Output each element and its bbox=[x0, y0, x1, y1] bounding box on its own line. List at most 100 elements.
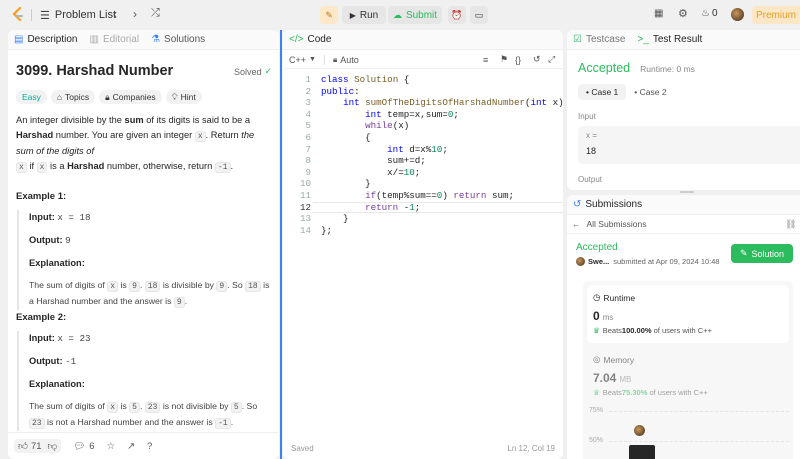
solution-button-label: Solution bbox=[751, 248, 785, 259]
note-icon[interactable]: ▭ bbox=[470, 6, 488, 24]
line-number: 1 bbox=[305, 74, 311, 85]
problem-list-button[interactable]: ☰ Problem List bbox=[40, 8, 116, 22]
next-problem-icon[interactable]: › bbox=[133, 7, 137, 21]
output-value: -1 bbox=[65, 356, 77, 367]
all-submissions-label: All Submissions bbox=[586, 219, 647, 229]
shuffle-icon[interactable]: ⤮ bbox=[151, 7, 160, 20]
y-tick-50: 50% bbox=[589, 437, 604, 444]
link-icon[interactable]: ⛓ bbox=[785, 219, 796, 230]
example-explanation-label: Explanation: bbox=[29, 377, 271, 391]
edit-icon: ✎ bbox=[739, 248, 748, 258]
explanation-text: . So bbox=[227, 280, 246, 290]
problem-title: 3099. Harshad Number bbox=[16, 63, 174, 79]
settings-icon[interactable]: ⚙ bbox=[678, 7, 688, 20]
output-label: Output bbox=[578, 175, 603, 184]
format-icon[interactable]: ≡ bbox=[483, 55, 488, 65]
line-number: 11 bbox=[299, 189, 311, 201]
avatar[interactable] bbox=[731, 8, 744, 21]
auto-toggle[interactable]: 🔒︎ Auto bbox=[333, 55, 359, 65]
clock-icon: ◷ bbox=[593, 292, 601, 302]
layout-icon[interactable]: ▦ bbox=[654, 8, 663, 19]
tab-solutions[interactable]: ⚗ Solutions bbox=[151, 34, 205, 45]
companies-button[interactable]: 🔒︎ Companies bbox=[99, 90, 162, 104]
line-number: 14 bbox=[299, 224, 311, 236]
runtime-value-row: 0 ms bbox=[593, 309, 613, 323]
input-variable: x = bbox=[586, 131, 597, 140]
like-button[interactable]: 👍︎ 71 👎︎ bbox=[14, 439, 62, 453]
debug-icon[interactable]: ✎ bbox=[320, 6, 338, 24]
submission-divider bbox=[567, 233, 800, 234]
tab-code[interactable]: </> Code bbox=[289, 34, 331, 45]
reset-icon[interactable]: ↺ bbox=[533, 54, 541, 65]
description-panel: ▤ Description ▥ Editorial ⚗ Solutions 3099.… bbox=[8, 30, 279, 459]
memory-card[interactable]: ◎ Memory 7.04 MB ♛ Beats 75.30% of users… bbox=[587, 347, 789, 401]
tab-submissions[interactable]: ↺ Submissions bbox=[573, 199, 642, 210]
tab-editorial[interactable]: ▥ Editorial bbox=[89, 34, 139, 45]
tab-editorial-label: Editorial bbox=[102, 34, 140, 45]
horizontal-resize-handle[interactable] bbox=[680, 191, 694, 193]
list-icon: ☰ bbox=[40, 9, 50, 22]
language-label: C++ bbox=[289, 54, 307, 65]
comments-button[interactable]: 💬︎ 6 bbox=[73, 441, 94, 452]
topics-button[interactable]: ⌂ Topics bbox=[50, 90, 96, 104]
braces-icon[interactable]: {} bbox=[515, 55, 521, 65]
inline-code: -1 bbox=[215, 418, 231, 429]
premium-button[interactable]: Premium bbox=[752, 6, 800, 24]
submission-meta: Swe... submitted at Apr 09, 2024 10:48 bbox=[576, 257, 720, 266]
explanation-text: is bbox=[118, 401, 130, 411]
solution-button[interactable]: ✎ Solution bbox=[731, 244, 793, 263]
submit-button[interactable]: ☁ Submit bbox=[388, 6, 442, 24]
code-panel: </> Code C++ ▼ 🔒︎ Auto ≡ ⚑ {} ↺ ⤢ 1 2 3 4 5… bbox=[283, 30, 563, 459]
tab-test-result[interactable]: >_ Test Result bbox=[637, 34, 702, 45]
explanation-text: is divisible by bbox=[160, 280, 217, 290]
vertical-resize-handle[interactable] bbox=[280, 30, 282, 459]
expand-icon[interactable]: ⤢ bbox=[548, 54, 555, 65]
inline-code: x bbox=[107, 402, 119, 413]
leetcode-logo[interactable] bbox=[10, 7, 26, 23]
document-icon: ▤ bbox=[14, 34, 24, 45]
problem-list-label: Problem List bbox=[54, 9, 117, 21]
case-2-tab[interactable]: • Case 2 bbox=[626, 84, 674, 100]
submissions-panel: ↺ Submissions ← All Submissions ⛓ Accepte… bbox=[567, 195, 800, 459]
input-value: 18 bbox=[586, 146, 597, 156]
help-icon[interactable]: ? bbox=[147, 441, 152, 452]
flame-icon: ♨ bbox=[701, 8, 710, 19]
streak-counter[interactable]: ♨ 0 bbox=[701, 8, 718, 19]
thumbs-down-icon[interactable]: 👎︎ bbox=[48, 440, 58, 452]
hint-button[interactable]: 💡︎ Hint bbox=[165, 90, 202, 104]
statement-text: An integer divisible by the bbox=[16, 115, 125, 125]
star-icon[interactable]: ☆ bbox=[107, 441, 116, 452]
case-1-tab[interactable]: • Case 1 bbox=[578, 84, 627, 100]
alarm-icon[interactable]: ⏰ bbox=[448, 6, 466, 24]
run-button[interactable]: ▶ Run bbox=[342, 6, 386, 24]
line-number: 5 bbox=[305, 120, 311, 132]
user-name: Swe... bbox=[588, 257, 610, 266]
tab-submissions-label: Submissions bbox=[585, 199, 643, 210]
bookmark-icon[interactable]: ⚑ bbox=[500, 54, 508, 65]
line-number: 12 bbox=[299, 201, 311, 213]
result-status: Accepted bbox=[578, 61, 631, 75]
code-editor[interactable]: class Solution { public: int sumOfTheDig… bbox=[321, 74, 563, 236]
tab-description[interactable]: ▤ Description bbox=[14, 34, 77, 45]
input-value: x = 23 bbox=[57, 333, 91, 344]
prev-problem-icon[interactable]: ‹ bbox=[113, 7, 117, 21]
language-select[interactable]: C++ ▼ bbox=[289, 55, 316, 65]
lightbulb-icon: 💡︎ bbox=[171, 91, 178, 102]
output-label: Output: bbox=[29, 235, 63, 245]
example-title: Example 1: bbox=[16, 191, 67, 202]
all-submissions-link[interactable]: ← All Submissions bbox=[572, 219, 647, 229]
tag-icon: ⌂ bbox=[56, 92, 63, 102]
share-icon[interactable]: ↗ bbox=[127, 441, 135, 452]
memory-label: Memory bbox=[603, 354, 635, 365]
case-1-label: Case 1 bbox=[591, 87, 619, 97]
description-tabs: ▤ Description ▥ Editorial ⚗ Solutions bbox=[8, 30, 279, 50]
tab-testcase[interactable]: ☑ Testcase bbox=[573, 34, 625, 45]
like-count: 71 bbox=[30, 440, 42, 452]
example-explanation: The sum of digits of x is 5. 23 is not d… bbox=[29, 399, 271, 431]
inline-code: 9 bbox=[216, 281, 228, 292]
memory-value-row: 7.04 MB bbox=[593, 371, 631, 385]
runtime-card[interactable]: ◷ Runtime 0 ms ♛ Beats 100.00% of users … bbox=[587, 285, 789, 343]
statement-text: number, otherwise, return bbox=[104, 160, 215, 171]
beats-text: of users with C++ bbox=[647, 388, 708, 397]
inline-code: 23 bbox=[29, 418, 45, 429]
